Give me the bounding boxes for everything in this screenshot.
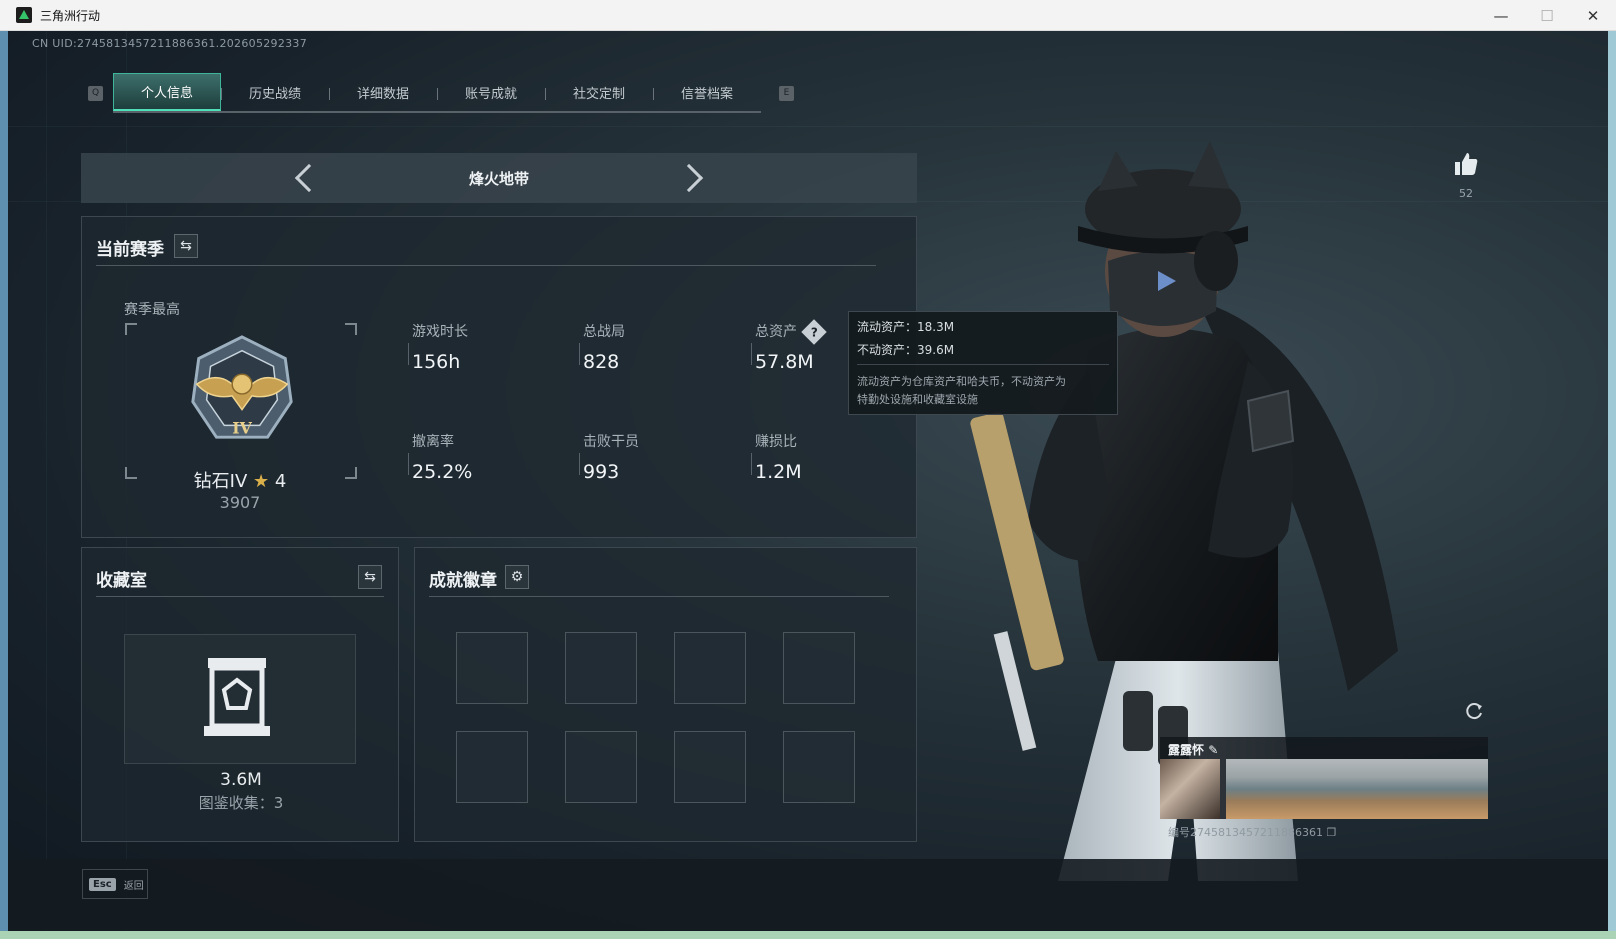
tab-credit-record[interactable]: 信誉档案 <box>653 73 761 111</box>
copy-icon[interactable]: ❐ <box>1326 826 1336 839</box>
uid-text: CN UID:2745813457211886361.202605292337 <box>32 37 308 50</box>
close-button[interactable]: ✕ <box>1570 0 1616 31</box>
namecard-avatar-image <box>1160 759 1220 819</box>
rank-name: 钻石IV ★ 4 <box>80 467 400 493</box>
achievements-title: 成就徽章 <box>429 571 497 591</box>
panel-divider <box>96 265 876 266</box>
panel-divider <box>429 596 889 597</box>
collection-count: 图鉴收集：3 <box>198 794 284 812</box>
stat-play-time: 游戏时长 156h <box>408 321 468 373</box>
rank-star-icon: ★ <box>253 471 270 492</box>
stat-operators-defeated: 击败干员 993 <box>579 431 639 483</box>
collection-value: 3.6M <box>220 770 262 790</box>
game-viewport: CN UID:2745813457211886361.202605292337 … <box>8 31 1608 931</box>
diamond-rank-emblem-icon: IV <box>191 335 293 439</box>
stat-total-assets: 总资产? 57.8M <box>751 319 827 373</box>
tooltip-desc-line1: 流动资产为仓库资产和哈夫币，不动资产为 <box>857 375 1066 388</box>
achievement-settings-gear-icon[interactable]: ⚙ <box>505 565 529 589</box>
mode-selector: 烽火地带 <box>81 153 917 203</box>
rank-tier-label: 钻石IV <box>193 471 248 492</box>
namecard[interactable]: 露露怀 ✎ <box>1160 737 1488 819</box>
assets-help-icon[interactable]: ? <box>801 319 827 345</box>
refresh-icon <box>1466 703 1482 720</box>
back-label: 返回 <box>123 880 144 892</box>
prev-tab-key-hint[interactable]: Q <box>88 85 103 101</box>
tooltip-desc-line2: 特勤处设施和收藏室设施 <box>857 393 978 406</box>
thumbs-up-icon[interactable] <box>1453 151 1479 177</box>
season-title: 当前赛季 <box>96 240 164 260</box>
vault-case-icon <box>204 658 270 736</box>
badge-slot[interactable] <box>565 632 637 704</box>
tooltip-liquid-assets: 流动资产：18.3M <box>857 320 955 334</box>
current-season-panel: 当前赛季 ⇆ 赛季最高 IV 钻石IV ★ 4 3907 游戏时长 156h 总… <box>81 216 917 538</box>
rank-frame: IV <box>125 323 357 479</box>
achievement-badges-panel: 成就徽章 ⚙ <box>414 547 917 842</box>
prev-mode-arrow-icon[interactable] <box>294 163 324 193</box>
mode-label: 烽火地带 <box>468 169 529 188</box>
collection-switch-button[interactable]: ⇆ <box>358 565 382 589</box>
panel-divider <box>96 596 384 597</box>
next-mode-arrow-icon[interactable] <box>674 163 704 193</box>
like-count: 52 <box>1459 187 1473 200</box>
namecard-banner-image <box>1226 759 1488 819</box>
minimize-button[interactable]: — <box>1478 0 1524 31</box>
stat-profit-loss: 赚损比 1.2M <box>751 431 802 483</box>
season-switch-button[interactable]: ⇆ <box>174 234 198 258</box>
badge-slot[interactable] <box>456 731 528 803</box>
assets-tooltip: 流动资产：18.3M 不动资产：39.6M 流动资产为仓库资产和哈夫币，不动资产… <box>848 311 1118 415</box>
tab-history[interactable]: 历史战绩 <box>221 73 329 111</box>
badge-slot[interactable] <box>674 632 746 704</box>
next-tab-key-hint[interactable]: E <box>779 85 794 101</box>
window-titlebar: 三角洲行动 — ☐ ✕ <box>0 0 1616 31</box>
namecard-title: 露露怀 ✎ <box>1168 743 1219 757</box>
window-controls: — ☐ ✕ <box>1478 0 1616 31</box>
stat-extraction-rate: 撤离率 25.2% <box>407 431 472 483</box>
desktop-edge-left <box>0 30 8 939</box>
esc-key-hint: Esc <box>89 877 116 891</box>
tooltip-fixed-assets: 不动资产：39.6M <box>857 343 955 357</box>
desktop-edge-bottom <box>0 931 1616 939</box>
svg-text:IV: IV <box>232 418 252 437</box>
edit-pencil-icon[interactable]: ✎ <box>1208 743 1218 757</box>
like-button[interactable]: 52 <box>1446 151 1486 200</box>
badge-slot[interactable] <box>674 731 746 803</box>
refresh-button[interactable] <box>1463 699 1487 723</box>
badge-slot[interactable] <box>456 632 528 704</box>
stat-total-matches: 总战局 828 <box>579 321 625 373</box>
profile-tabs: Q 个人信息 历史战绩 详细数据 账号成就 社交定制 信誉档案 E <box>78 73 804 113</box>
bottom-bar: Esc 返回 <box>8 859 1608 931</box>
tab-personal-info[interactable]: 个人信息 <box>113 73 221 111</box>
back-button[interactable]: Esc 返回 <box>82 869 148 899</box>
badge-slot[interactable] <box>565 731 637 803</box>
tab-detailed-data[interactable]: 详细数据 <box>329 73 437 111</box>
collection-room-panel: 收藏室 ⇆ 3.6M 图鉴收集：3 <box>81 547 399 842</box>
badge-slot[interactable] <box>783 731 855 803</box>
window-title: 三角洲行动 <box>40 8 101 23</box>
badge-slot[interactable] <box>783 632 855 704</box>
tab-social-custom[interactable]: 社交定制 <box>545 73 653 111</box>
maximize-button[interactable]: ☐ <box>1524 0 1570 31</box>
namecard-id: 编号2745813457211886361 ❐ <box>1168 826 1337 839</box>
collection-title: 收藏室 <box>96 571 147 591</box>
app-logo-icon <box>16 7 32 23</box>
season-best-label: 赛季最高 <box>124 302 180 318</box>
tab-achievements[interactable]: 账号成就 <box>437 73 545 111</box>
rank-star-count: 4 <box>274 471 287 492</box>
desktop-edge-right <box>1608 30 1616 939</box>
rank-score: 3907 <box>219 493 261 512</box>
